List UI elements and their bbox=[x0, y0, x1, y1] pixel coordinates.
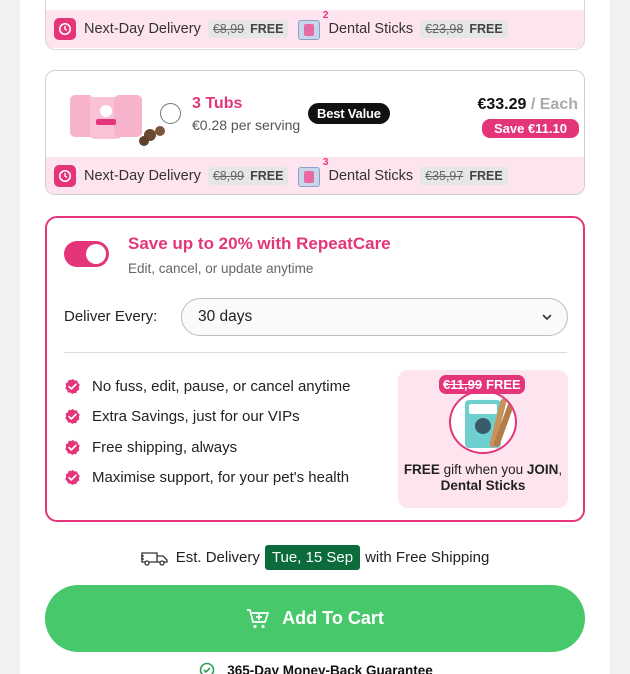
option-radio[interactable] bbox=[160, 103, 181, 124]
repeatcare-title: Save up to 20% with RepeatCare bbox=[128, 234, 391, 253]
gift-price-tag: €11,99 FREE bbox=[439, 375, 525, 394]
check-badge-icon bbox=[65, 409, 80, 425]
delivery-prefix: Est. Delivery bbox=[175, 549, 260, 566]
chevron-down-icon bbox=[542, 314, 552, 321]
guarantee-icon bbox=[199, 662, 215, 674]
check-badge-icon bbox=[65, 470, 80, 486]
delivery-clock-icon bbox=[54, 18, 76, 40]
best-value-badge: Best Value bbox=[308, 103, 390, 124]
option-price: €33.29 / Each bbox=[477, 96, 578, 113]
dental-sticks-product-image bbox=[449, 390, 517, 454]
repeatcare-panel: Save up to 20% with RepeatCare Edit, can… bbox=[45, 216, 585, 522]
repeatcare-toggle[interactable] bbox=[64, 241, 109, 267]
delivery-label: Next-Day Delivery bbox=[84, 168, 201, 184]
repeatcare-subtitle: Edit, cancel, or update anytime bbox=[128, 261, 314, 276]
benefits-list: No fuss, edit, pause, or cancel anytime … bbox=[64, 371, 350, 493]
dental-sticks-label: Dental Sticks bbox=[328, 168, 414, 184]
per-serving-price: €0.28 per serving bbox=[192, 117, 301, 133]
save-badge: Save €11.10 bbox=[481, 119, 579, 138]
benefit-item: Maximise support, for your pet's health bbox=[64, 463, 350, 494]
dental-sticks-icon: 2 bbox=[298, 10, 328, 40]
product-tubs-image bbox=[70, 89, 165, 146]
estimated-delivery: Est. Delivery Tue, 15 Sep with Free Ship… bbox=[0, 545, 630, 570]
add-to-cart-button[interactable]: Add To Cart bbox=[45, 585, 585, 652]
delivery-price-badge: €8,99 FREE bbox=[207, 167, 289, 185]
delivery-price-badge: €8,99 FREE bbox=[207, 20, 289, 38]
dental-sticks-label: Dental Sticks bbox=[328, 21, 414, 37]
benefit-item: Free shipping, always bbox=[64, 432, 350, 463]
sticks-price-badge: €23,98 FREE bbox=[420, 20, 508, 38]
deliver-frequency-select[interactable]: 30 days bbox=[181, 298, 568, 336]
gift-description: FREE gift when you JOIN, Dental Sticks bbox=[403, 462, 563, 493]
dental-sticks-icon: 3 bbox=[298, 157, 328, 187]
cart-icon bbox=[247, 608, 270, 628]
guarantee-label: 365-Day Money-Back Guarantee bbox=[227, 662, 433, 674]
delivery-date: Tue, 15 Sep bbox=[264, 545, 361, 570]
check-badge-icon bbox=[65, 378, 80, 394]
delivery-suffix: with Free Shipping bbox=[365, 549, 490, 566]
divider bbox=[64, 352, 567, 353]
option-card-2-tubs[interactable]: Next-Day Delivery €8,99 FREE 2 Dental Sti… bbox=[45, 0, 585, 50]
delivery-label: Next-Day Delivery bbox=[84, 21, 201, 37]
add-to-cart-label: Add To Cart bbox=[282, 608, 384, 628]
truck-icon bbox=[140, 551, 168, 566]
perks-row: Next-Day Delivery €8,99 FREE 2 Dental Sti… bbox=[46, 10, 584, 48]
option-title: 3 Tubs bbox=[192, 95, 243, 112]
benefit-item: No fuss, edit, pause, or cancel anytime bbox=[64, 371, 350, 402]
sticks-price-badge: €35,97 FREE bbox=[420, 167, 508, 185]
delivery-clock-icon bbox=[54, 165, 76, 187]
option-card-3-tubs[interactable]: 3 Tubs €0.28 per serving Best Value €33.… bbox=[45, 70, 585, 195]
check-badge-icon bbox=[65, 439, 80, 455]
perks-row: Next-Day Delivery €8,99 FREE 3 Dental Sti… bbox=[46, 157, 584, 194]
benefit-item: Extra Savings, just for our VIPs bbox=[64, 402, 350, 433]
free-gift-card: €11,99 FREE FREE gift when you JOIN, Dent… bbox=[398, 370, 568, 508]
deliver-every-label: Deliver Every: bbox=[64, 308, 158, 325]
deliver-frequency-value: 30 days bbox=[198, 308, 253, 325]
money-back-guarantee: 365-Day Money-Back Guarantee bbox=[0, 662, 630, 674]
